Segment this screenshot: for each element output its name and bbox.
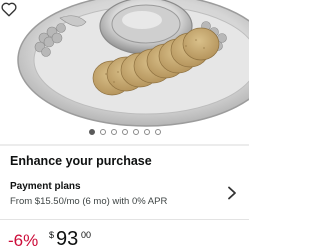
product-image[interactable]: [0, 0, 249, 130]
section-divider: [0, 144, 249, 146]
carousel-dot[interactable]: [88, 129, 95, 135]
carousel-dot[interactable]: [110, 129, 117, 135]
price-fraction: 00: [81, 230, 92, 240]
carousel-dot[interactable]: [121, 129, 128, 135]
chevron-right-icon[interactable]: [227, 186, 237, 200]
section-title: Enhance your purchase: [10, 154, 152, 168]
discount-percentage: -6%: [8, 231, 39, 249]
price-currency-symbol: $: [49, 230, 55, 240]
payment-plans-description: From $15.50/mo (6 mo) with 0% APR: [10, 196, 168, 207]
payment-plans-title: Payment plans: [10, 181, 81, 192]
price-whole: 93: [56, 228, 79, 249]
section-divider: [0, 219, 249, 220]
carousel-dot[interactable]: [132, 129, 139, 135]
carousel-dot[interactable]: [143, 129, 150, 135]
carousel-dot[interactable]: [99, 129, 106, 135]
heart-outline-icon[interactable]: [0, 0, 18, 18]
carousel-indicator[interactable]: [0, 129, 249, 137]
platter-illustration: [17, 0, 249, 127]
carousel-dot[interactable]: [154, 129, 161, 135]
